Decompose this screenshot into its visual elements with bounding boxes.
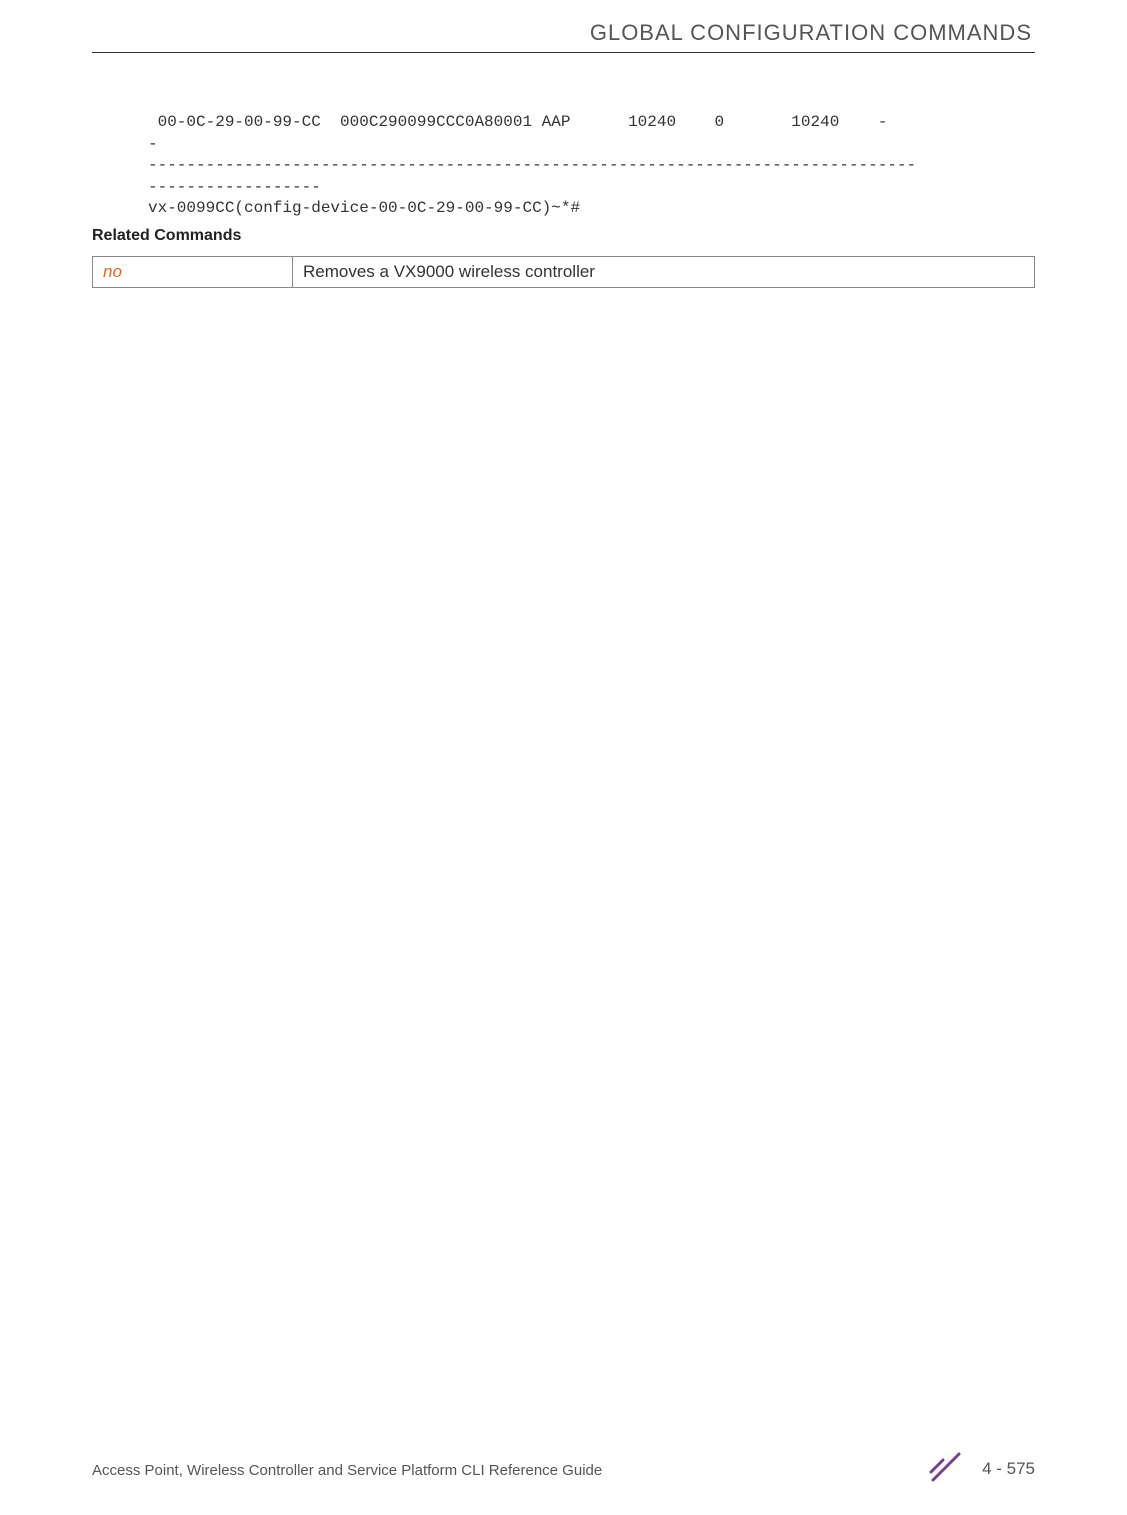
page-header-title: GLOBAL CONFIGURATION COMMANDS <box>590 20 1032 46</box>
related-commands-heading: Related Commands <box>92 227 241 245</box>
footer-logo-icon <box>929 1450 963 1484</box>
table-row: no Removes a VX9000 wireless controller <box>93 257 1035 288</box>
footer-page-number: 4 - 575 <box>982 1459 1035 1479</box>
page-footer: Access Point, Wireless Controller and Se… <box>92 1447 1035 1487</box>
footer-guide-title: Access Point, Wireless Controller and Se… <box>92 1462 602 1479</box>
related-commands-table: no Removes a VX9000 wireless controller <box>92 256 1035 288</box>
header-divider <box>92 52 1035 53</box>
related-command-description: Removes a VX9000 wireless controller <box>293 257 1035 288</box>
cli-code-block: 00-0C-29-00-99-CC 000C290099CCC0A80001 A… <box>148 112 1032 220</box>
related-command-name: no <box>93 257 293 288</box>
